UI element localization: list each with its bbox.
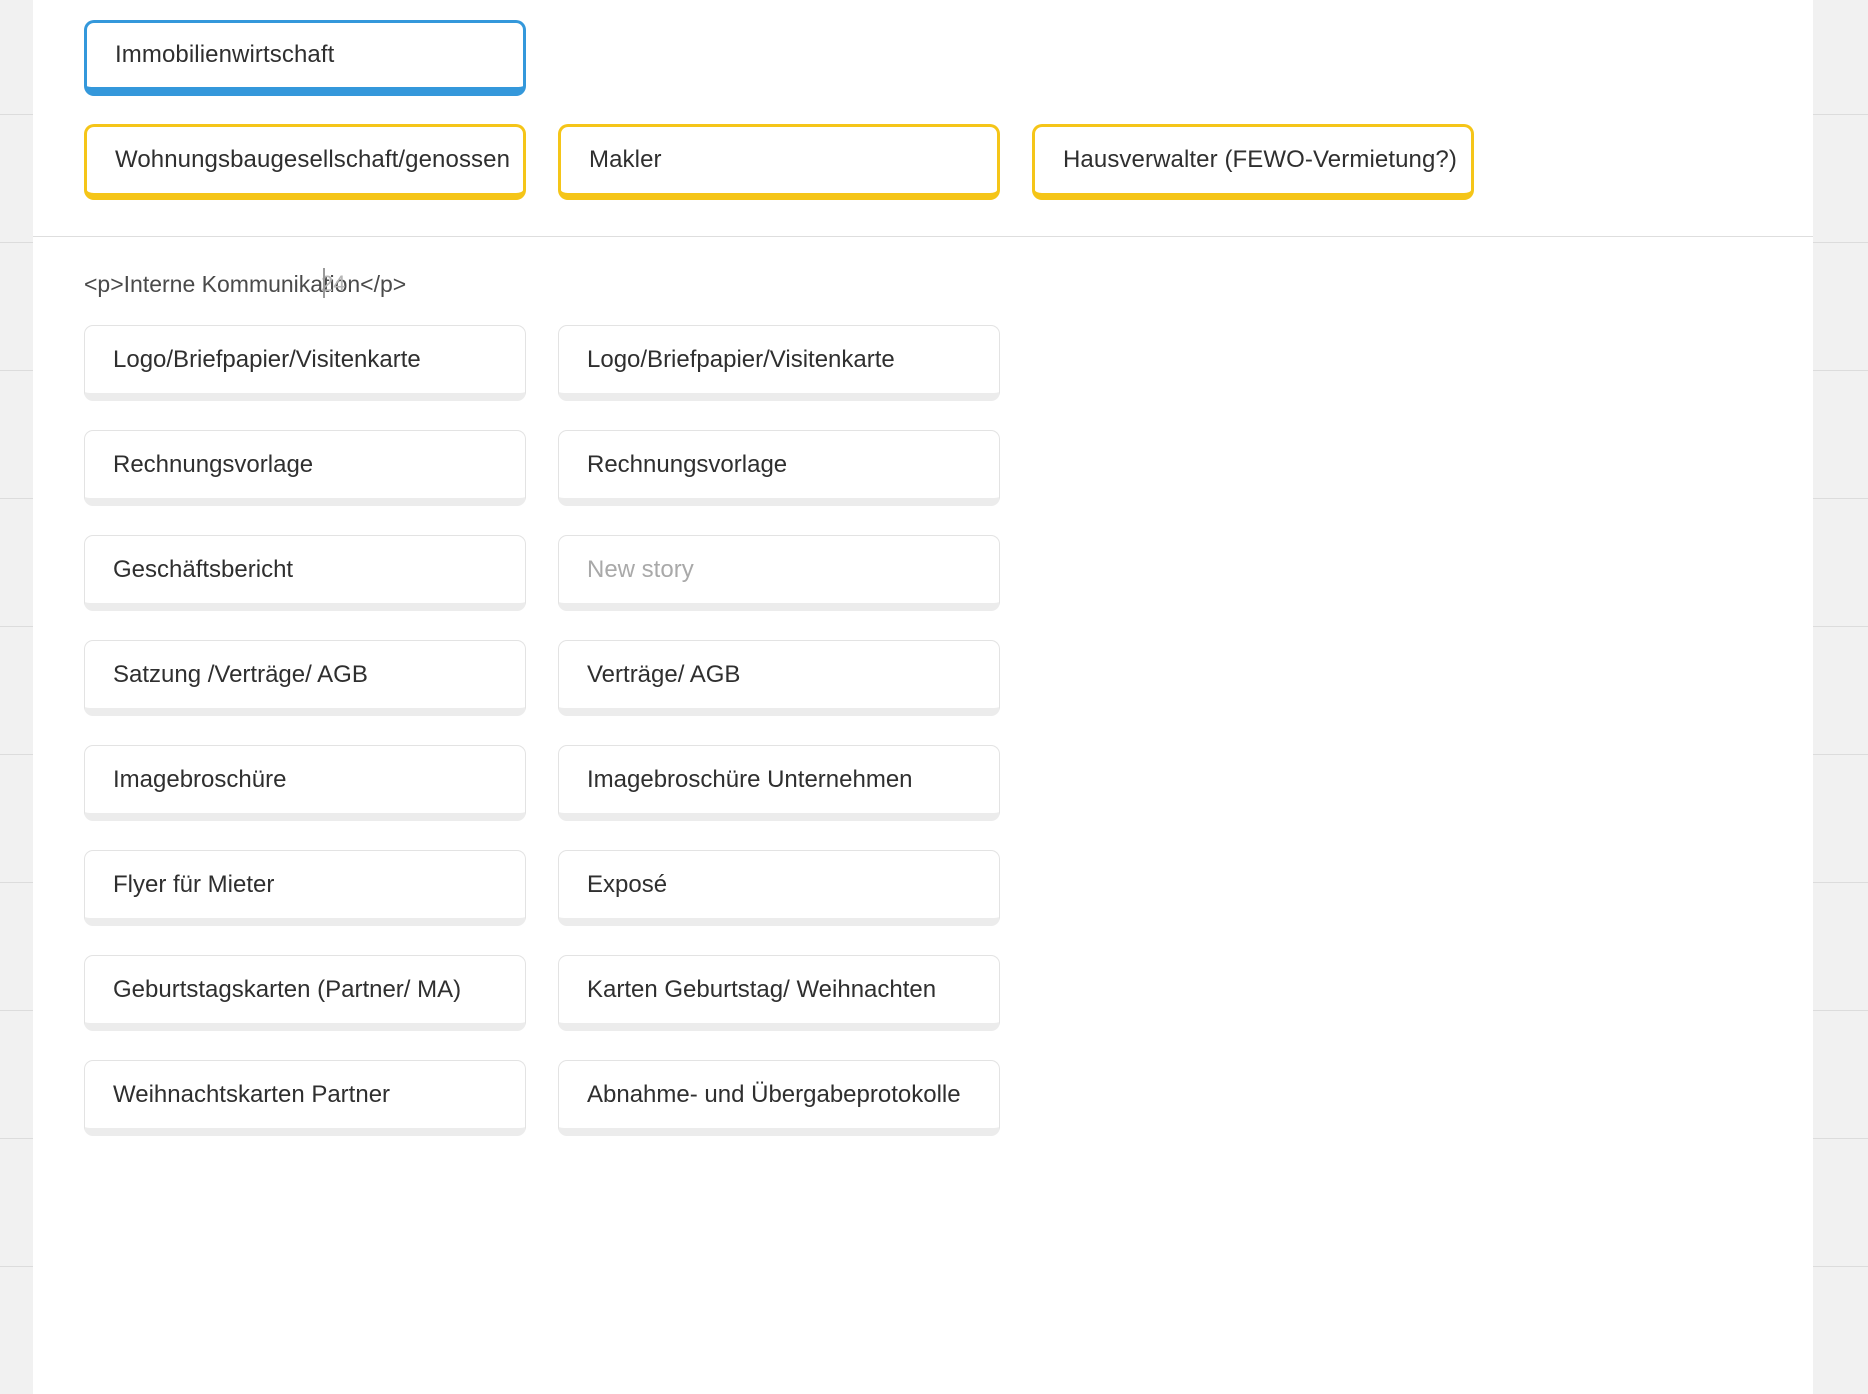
story-card[interactable]: Flyer für Mieter: [84, 850, 526, 926]
story-card[interactable]: Rechnungsvorlage: [84, 430, 526, 506]
story-card[interactable]: Verträge/ AGB: [558, 640, 1000, 716]
gutter-rule: [0, 498, 33, 499]
story-card[interactable]: Logo/Briefpapier/Visitenkarte: [84, 325, 526, 401]
gutter-rule: [1813, 626, 1868, 627]
section-heading[interactable]: <p>Interne Kommunikation</p> 24: [33, 268, 1813, 305]
story-card[interactable]: Satzung /Verträge/ AGB: [84, 640, 526, 716]
story-columns: Logo/Briefpapier/Visitenkarte Rechnungsv…: [33, 325, 1813, 1165]
gutter-rule: [0, 1138, 33, 1139]
gutter-rule: [1813, 754, 1868, 755]
gutter-rule: [0, 1266, 33, 1267]
primary-category-row: Immobilienwirtschaft: [33, 20, 1813, 96]
subcategory-card-makler[interactable]: Makler: [558, 124, 1000, 200]
gutter-rule: [0, 1010, 33, 1011]
section-heading-text: <p>Interne Kommunikation</p>: [84, 271, 407, 297]
new-story-card[interactable]: New story: [558, 535, 1000, 611]
main-canvas: Immobilienwirtschaft Wohnungsbaugesellsc…: [33, 0, 1813, 1394]
gutter-rule: [0, 882, 33, 883]
right-gutter: [1813, 0, 1868, 1394]
story-card[interactable]: Karten Geburtstag/ Weihnachten: [558, 955, 1000, 1031]
story-card[interactable]: Imagebroschüre Unternehmen: [558, 745, 1000, 821]
text-caret: [323, 268, 325, 298]
gutter-rule: [1813, 882, 1868, 883]
story-card[interactable]: Geschäftsbericht: [84, 535, 526, 611]
gutter-rule: [0, 242, 33, 243]
gutter-rule: [1813, 1010, 1868, 1011]
gutter-rule: [1813, 1266, 1868, 1267]
gutter-rule: [1813, 114, 1868, 115]
story-card[interactable]: Abnahme- und Übergabeprotokolle: [558, 1060, 1000, 1136]
subcategory-card-wohnungsbaugesellschaft[interactable]: Wohnungsbaugesellschaft/genossen: [84, 124, 526, 200]
subcategory-row: Wohnungsbaugesellschaft/genossen Makler …: [33, 124, 1813, 200]
story-column-2: Logo/Briefpapier/Visitenkarte Rechnungsv…: [558, 325, 1000, 1165]
story-card[interactable]: Weihnachtskarten Partner: [84, 1060, 526, 1136]
gutter-rule: [1813, 370, 1868, 371]
story-card[interactable]: Imagebroschüre: [84, 745, 526, 821]
gutter-rule: [0, 370, 33, 371]
app-root: Immobilienwirtschaft Wohnungsbaugesellsc…: [0, 0, 1868, 1394]
section-divider: [33, 236, 1813, 237]
category-section: Immobilienwirtschaft Wohnungsbaugesellsc…: [33, 0, 1813, 237]
gutter-rule: [1813, 498, 1868, 499]
story-column-1: Logo/Briefpapier/Visitenkarte Rechnungsv…: [84, 325, 526, 1165]
gutter-rule: [0, 626, 33, 627]
gutter-rule: [1813, 1138, 1868, 1139]
subcategory-card-hausverwalter[interactable]: Hausverwalter (FEWO-Vermietung?): [1032, 124, 1474, 200]
left-gutter: [0, 0, 33, 1394]
story-card[interactable]: Logo/Briefpapier/Visitenkarte: [558, 325, 1000, 401]
story-section: <p>Interne Kommunikation</p> 24 Logo/Bri…: [33, 237, 1813, 1165]
gutter-rule: [0, 754, 33, 755]
primary-category-card[interactable]: Immobilienwirtschaft: [84, 20, 526, 96]
story-card[interactable]: Geburtstagskarten (Partner/ MA): [84, 955, 526, 1031]
story-card[interactable]: Rechnungsvorlage: [558, 430, 1000, 506]
gutter-rule: [1813, 242, 1868, 243]
story-card[interactable]: Exposé: [558, 850, 1000, 926]
gutter-rule: [0, 114, 33, 115]
